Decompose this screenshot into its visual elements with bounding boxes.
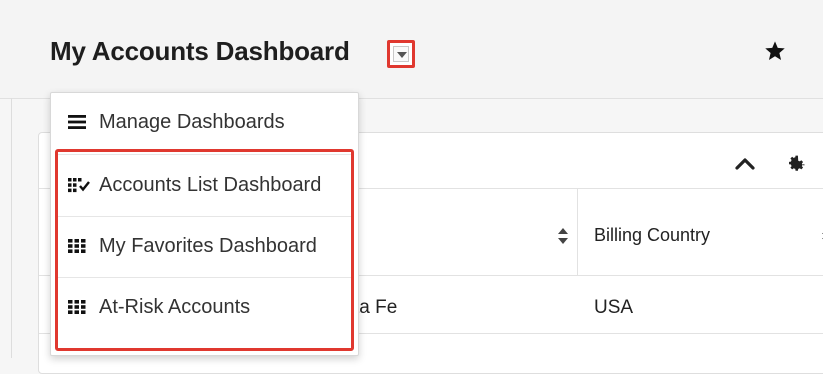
- menu-item-label: At-Risk Accounts: [99, 296, 251, 318]
- chevron-up-icon[interactable]: [735, 158, 755, 170]
- page-divider: [11, 98, 12, 358]
- menu-item-manage-dashboards[interactable]: Manage Dashboards: [51, 93, 358, 153]
- star-icon[interactable]: [764, 40, 786, 62]
- grid-dashboard-icon: [68, 239, 86, 253]
- table-cell-country: USA: [594, 297, 634, 318]
- grid-dashboard-icon: [68, 300, 86, 314]
- menu-item-label: Accounts List Dashboard: [99, 174, 322, 196]
- dashboard-dropdown-menu: Manage Dashboards Accounts List Dashboar…: [50, 92, 359, 356]
- column-divider: [577, 189, 578, 275]
- column-header-billing-country[interactable]: Billing Country: [594, 225, 710, 246]
- sort-icon[interactable]: [557, 227, 569, 245]
- hamburger-icon: [68, 115, 86, 129]
- dashboard-title: My Accounts Dashboard: [50, 36, 350, 66]
- menu-divider: [57, 154, 352, 155]
- menu-item-accounts-list-dashboard[interactable]: Accounts List Dashboard: [51, 156, 358, 216]
- dashboard-header: My Accounts Dashboard: [0, 0, 823, 99]
- caret-down-icon: [393, 46, 409, 62]
- menu-item-label: My Favorites Dashboard: [99, 235, 317, 257]
- table-cell-city: ta Fe: [354, 297, 398, 318]
- list-dashboard-icon: [68, 178, 90, 193]
- menu-item-label: Manage Dashboards: [99, 111, 285, 133]
- dashboard-dropdown-button[interactable]: [387, 40, 415, 68]
- menu-item-my-favorites-dashboard[interactable]: My Favorites Dashboard: [51, 217, 358, 277]
- menu-item-at-risk-accounts[interactable]: At-Risk Accounts: [51, 278, 358, 338]
- gear-icon[interactable]: [785, 153, 807, 175]
